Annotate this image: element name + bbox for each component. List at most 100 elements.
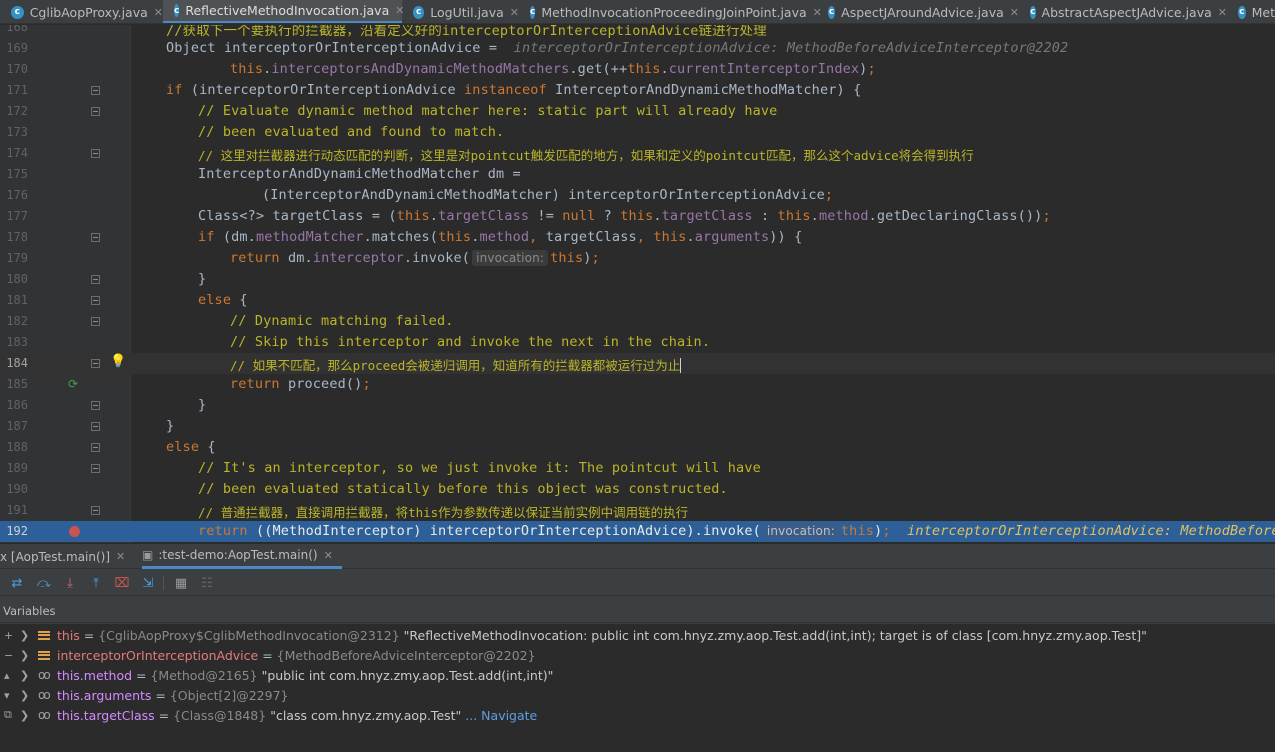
code-line: 182 // Dynamic matching failed.	[0, 311, 1275, 332]
trace-stream-icon[interactable]: ☷	[198, 574, 216, 592]
debug-console-icon: ▣	[142, 548, 154, 562]
run-to-cursor-icon[interactable]: ⇲	[139, 574, 157, 592]
watch-glasses-icon: oo	[38, 688, 51, 702]
debug-session-tab-active[interactable]: ▣ :test-demo:AopTest.main() ✕	[142, 544, 342, 569]
code-line: 180 }	[0, 269, 1275, 290]
fold-icon[interactable]	[91, 296, 100, 305]
tab-met[interactable]: c Met	[1227, 0, 1275, 23]
code-line: 190 // been evaluated statically before …	[0, 479, 1275, 500]
tab-aspectjaroundadvice[interactable]: c AspectJAroundAdvice.java ✕	[817, 0, 1019, 23]
line-number: 181	[6, 293, 28, 307]
text-caret	[680, 358, 682, 373]
code-line: 172 // Evaluate dynamic method matcher h…	[0, 101, 1275, 122]
tab-cglibaopproxy[interactable]: c CglibAopProxy.java ✕	[0, 0, 163, 23]
fold-icon[interactable]	[91, 149, 100, 158]
code-comment: // been evaluated statically before this…	[198, 481, 728, 497]
line-number: 183	[6, 335, 28, 349]
code-line: 178 if (dm.methodMatcher.matches(this.me…	[0, 227, 1275, 248]
close-icon[interactable]: ✕	[324, 549, 333, 562]
debug-toolbar: ⇄ ⤼ ⤓ ⤓ ⤒ ⌧ ⇲ ▦ ☷	[0, 570, 1275, 596]
tab-logutil[interactable]: c LogUtil.java ✕	[402, 0, 519, 23]
line-number: 172	[6, 104, 28, 118]
line-number: 175	[6, 167, 28, 181]
fold-icon[interactable]	[91, 464, 100, 473]
evaluate-expression-icon[interactable]: ▦	[172, 574, 190, 592]
code-line: 191 // 普通拦截器，直接调用拦截器，将this作为参数传递以保证当前实例中…	[0, 500, 1275, 521]
fold-icon[interactable]	[91, 107, 100, 116]
fold-icon[interactable]	[91, 359, 100, 368]
session-label: :test-demo:AopTest.main()	[158, 548, 318, 562]
variable-row[interactable]: − ❯ interceptorOrInterceptionAdvice = {M…	[0, 645, 1275, 665]
class-icon: c	[530, 5, 536, 19]
line-number: 174	[6, 146, 28, 160]
code-comment: // 如果不匹配，那么proceed会被递归调用，知道所有的拦截器都被运行过为止	[230, 358, 681, 373]
code-line: 177 Class<?> targetClass = (this.targetC…	[0, 206, 1275, 227]
fold-icon[interactable]	[91, 275, 100, 284]
fold-icon[interactable]	[91, 443, 100, 452]
close-icon[interactable]: ✕	[154, 6, 163, 19]
navigate-link[interactable]: ... Navigate	[461, 708, 537, 723]
expand-arrow-icon[interactable]: ❯	[20, 709, 29, 722]
line-number: 184	[6, 356, 28, 370]
tab-methodinvocationproceedingjoinpoint[interactable]: c MethodInvocationProceedingJoinPoint.ja…	[519, 0, 822, 23]
close-icon[interactable]: ✕	[116, 550, 125, 563]
fold-icon[interactable]	[91, 233, 100, 242]
field-icon	[38, 630, 52, 640]
watch-glasses-icon: oo	[38, 708, 51, 722]
variable-row[interactable]: ▴ ❯ oo this.method = {Method@2165} "publ…	[0, 665, 1275, 685]
show-execution-point-icon[interactable]: ⇄	[8, 574, 26, 592]
inline-value-hint: interceptorOrInterceptionAdvice: MethodB…	[907, 523, 1275, 539]
variable-row[interactable]: + ❯ this = {CglibAopProxy$CglibMethodInv…	[0, 625, 1275, 645]
breakpoint-icon[interactable]	[69, 526, 80, 537]
tab-label: AbstractAspectJAdvice.java	[1041, 4, 1212, 20]
code-comment: // Skip this interceptor and invoke the …	[230, 334, 711, 350]
line-number: 189	[6, 461, 28, 475]
collapse-icon[interactable]: −	[4, 649, 13, 662]
debug-session-tab[interactable]: x [AopTest.main()] ✕	[0, 544, 134, 569]
expand-arrow-icon[interactable]: ❯	[20, 689, 29, 702]
variable-row[interactable]: ▾ ❯ oo this.arguments = {Object[2]@2297}	[0, 685, 1275, 705]
expand-arrow-icon[interactable]: ❯	[20, 649, 29, 662]
line-number: 188	[6, 440, 28, 454]
code-comment: // Evaluate dynamic method matcher here:…	[198, 103, 778, 119]
parameter-hint: invocation:	[762, 523, 839, 539]
code-line: 187 }	[0, 416, 1275, 437]
line-number: 169	[6, 41, 28, 55]
code-editor[interactable]: 168 //获取下一个要执行的拦截器，沿着定义好的interceptorOrIn…	[0, 25, 1275, 543]
expand-all-icon[interactable]: +	[4, 629, 13, 642]
down-icon[interactable]: ▾	[4, 689, 10, 702]
step-over-icon[interactable]: ⤼	[35, 574, 53, 592]
line-number: 178	[6, 230, 28, 244]
force-step-into-icon[interactable]: ⤓	[61, 574, 79, 592]
copy-icon[interactable]: ⧉	[4, 708, 12, 722]
expand-arrow-icon[interactable]: ❯	[20, 629, 29, 642]
inline-value-hint: interceptorOrInterceptionAdvice: MethodB…	[513, 40, 1069, 56]
line-number: 182	[6, 314, 28, 328]
up-icon[interactable]: ▴	[4, 669, 10, 682]
fold-icon[interactable]	[91, 401, 100, 410]
expand-arrow-icon[interactable]: ❯	[20, 669, 29, 682]
fold-icon[interactable]	[91, 317, 100, 326]
parameter-hint: invocation:	[472, 250, 549, 266]
fold-icon[interactable]	[91, 506, 100, 515]
variable-row[interactable]: ⧉ ❯ oo this.targetClass = {Class@1848} "…	[0, 705, 1275, 725]
fold-icon[interactable]	[91, 422, 100, 431]
code-comment: // 普通拦截器，直接调用拦截器，将this作为参数传递以保证当前实例中调用链的…	[198, 505, 689, 520]
tab-label: ReflectiveMethodInvocation.java	[185, 3, 390, 18]
close-icon[interactable]: ✕	[1010, 6, 1019, 19]
field-icon	[38, 650, 52, 660]
variables-tree[interactable]: + ❯ this = {CglibAopProxy$CglibMethodInv…	[0, 624, 1275, 752]
tab-reflectivemethodinvocation[interactable]: c ReflectiveMethodInvocation.java ✕	[163, 0, 404, 23]
fold-icon[interactable]	[91, 86, 100, 95]
tab-abstractaspectjadvice[interactable]: c AbstractAspectJAdvice.java ✕	[1019, 0, 1227, 23]
lightbulb-icon[interactable]: 💡	[110, 354, 126, 369]
step-out-icon[interactable]: ⤒	[87, 574, 105, 592]
execution-line: 192 return ((MethodInterceptor) intercep…	[0, 521, 1275, 542]
drop-frame-icon[interactable]: ⌧	[113, 574, 131, 592]
editor-tab-bar: c CglibAopProxy.java ✕ c ReflectiveMetho…	[0, 0, 1275, 24]
recursive-call-icon: ⟳	[68, 377, 79, 391]
close-icon[interactable]: ✕	[510, 6, 519, 19]
close-icon[interactable]: ✕	[1218, 6, 1227, 19]
line-number: 192	[6, 524, 28, 538]
code-line: 189 // It's an interceptor, so we just i…	[0, 458, 1275, 479]
